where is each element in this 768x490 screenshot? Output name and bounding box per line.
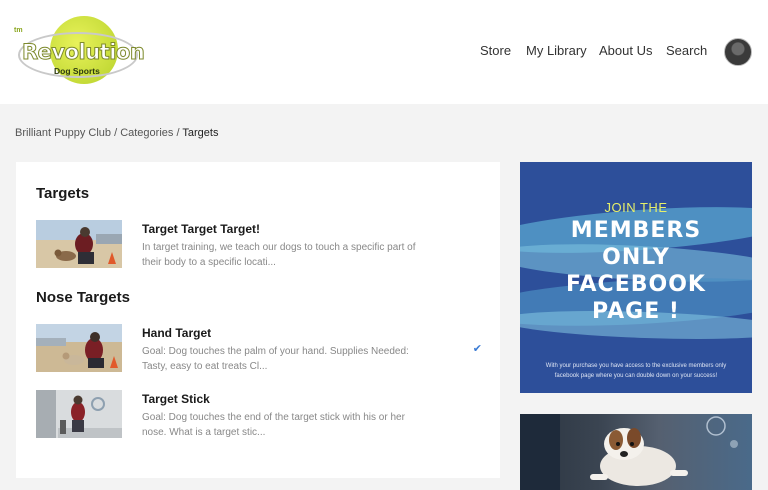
user-avatar[interactable] xyxy=(724,38,752,66)
facebook-group-promo[interactable]: JOIN THE MEMBERS ONLY FACEBOOK PAGE ! Wi… xyxy=(520,162,752,393)
dog-photo xyxy=(520,414,752,490)
promo-headline-3: FACEBOOK xyxy=(566,272,706,297)
lesson-description: In target training, we teach our dogs to… xyxy=(142,242,416,268)
section-title-nose-targets: Nose Targets xyxy=(36,289,130,306)
lesson-item[interactable]: Target Target Target! In target training… xyxy=(36,220,486,270)
breadcrumb-current: Targets xyxy=(182,127,219,139)
logo-tm: tm xyxy=(14,27,23,34)
promo-description: With your purchase you have access to th… xyxy=(545,363,727,379)
breadcrumb-categories[interactable]: Categories xyxy=(120,127,173,139)
promo-join-text: JOIN THE xyxy=(604,200,668,215)
lesson-description: Goal: Dog touches the end of the target … xyxy=(142,412,405,438)
breadcrumb: Brilliant Puppy Club / Categories / Targ… xyxy=(15,127,218,139)
lesson-thumbnail[interactable] xyxy=(36,390,122,438)
lesson-title[interactable]: Target Target Target! xyxy=(142,222,260,236)
lesson-title[interactable]: Target Stick xyxy=(142,392,210,406)
lesson-thumbnail[interactable] xyxy=(36,324,122,372)
nav-search[interactable]: Search xyxy=(666,43,707,58)
lesson-thumbnail[interactable] xyxy=(36,220,122,268)
breadcrumb-separator: / xyxy=(176,127,180,139)
breadcrumb-brilliant-puppy-club[interactable]: Brilliant Puppy Club xyxy=(15,127,111,139)
nav-my-library[interactable]: My Library xyxy=(526,43,587,58)
promo-headline-4: PAGE ! xyxy=(592,299,680,324)
logo-subtitle: Dog Sports xyxy=(54,66,100,76)
site-header: tm Revolution Dog Sports Store My Librar… xyxy=(0,0,768,104)
logo-wordmark: Revolution xyxy=(21,40,145,65)
lesson-item[interactable]: Hand Target Goal: Dog touches the palm o… xyxy=(36,324,486,374)
completed-check-icon: ✔ xyxy=(472,343,482,355)
breadcrumb-separator: / xyxy=(114,127,118,139)
revolution-dog-sports-logo[interactable]: tm Revolution Dog Sports xyxy=(14,14,145,88)
promo-headline-2: ONLY xyxy=(602,245,670,270)
nav-about-us[interactable]: About Us xyxy=(599,43,652,58)
section-title-targets: Targets xyxy=(36,185,90,202)
promo-headline-1: MEMBERS xyxy=(570,218,702,243)
nav-store[interactable]: Store xyxy=(480,43,511,58)
lessons-card: Targets Target Target Target! In target … xyxy=(16,162,500,478)
lesson-title[interactable]: Hand Target xyxy=(142,326,211,340)
lesson-item[interactable]: Target Stick Goal: Dog touches the end o… xyxy=(36,390,486,440)
lesson-description: Goal: Dog touches the palm of your hand.… xyxy=(142,346,409,372)
